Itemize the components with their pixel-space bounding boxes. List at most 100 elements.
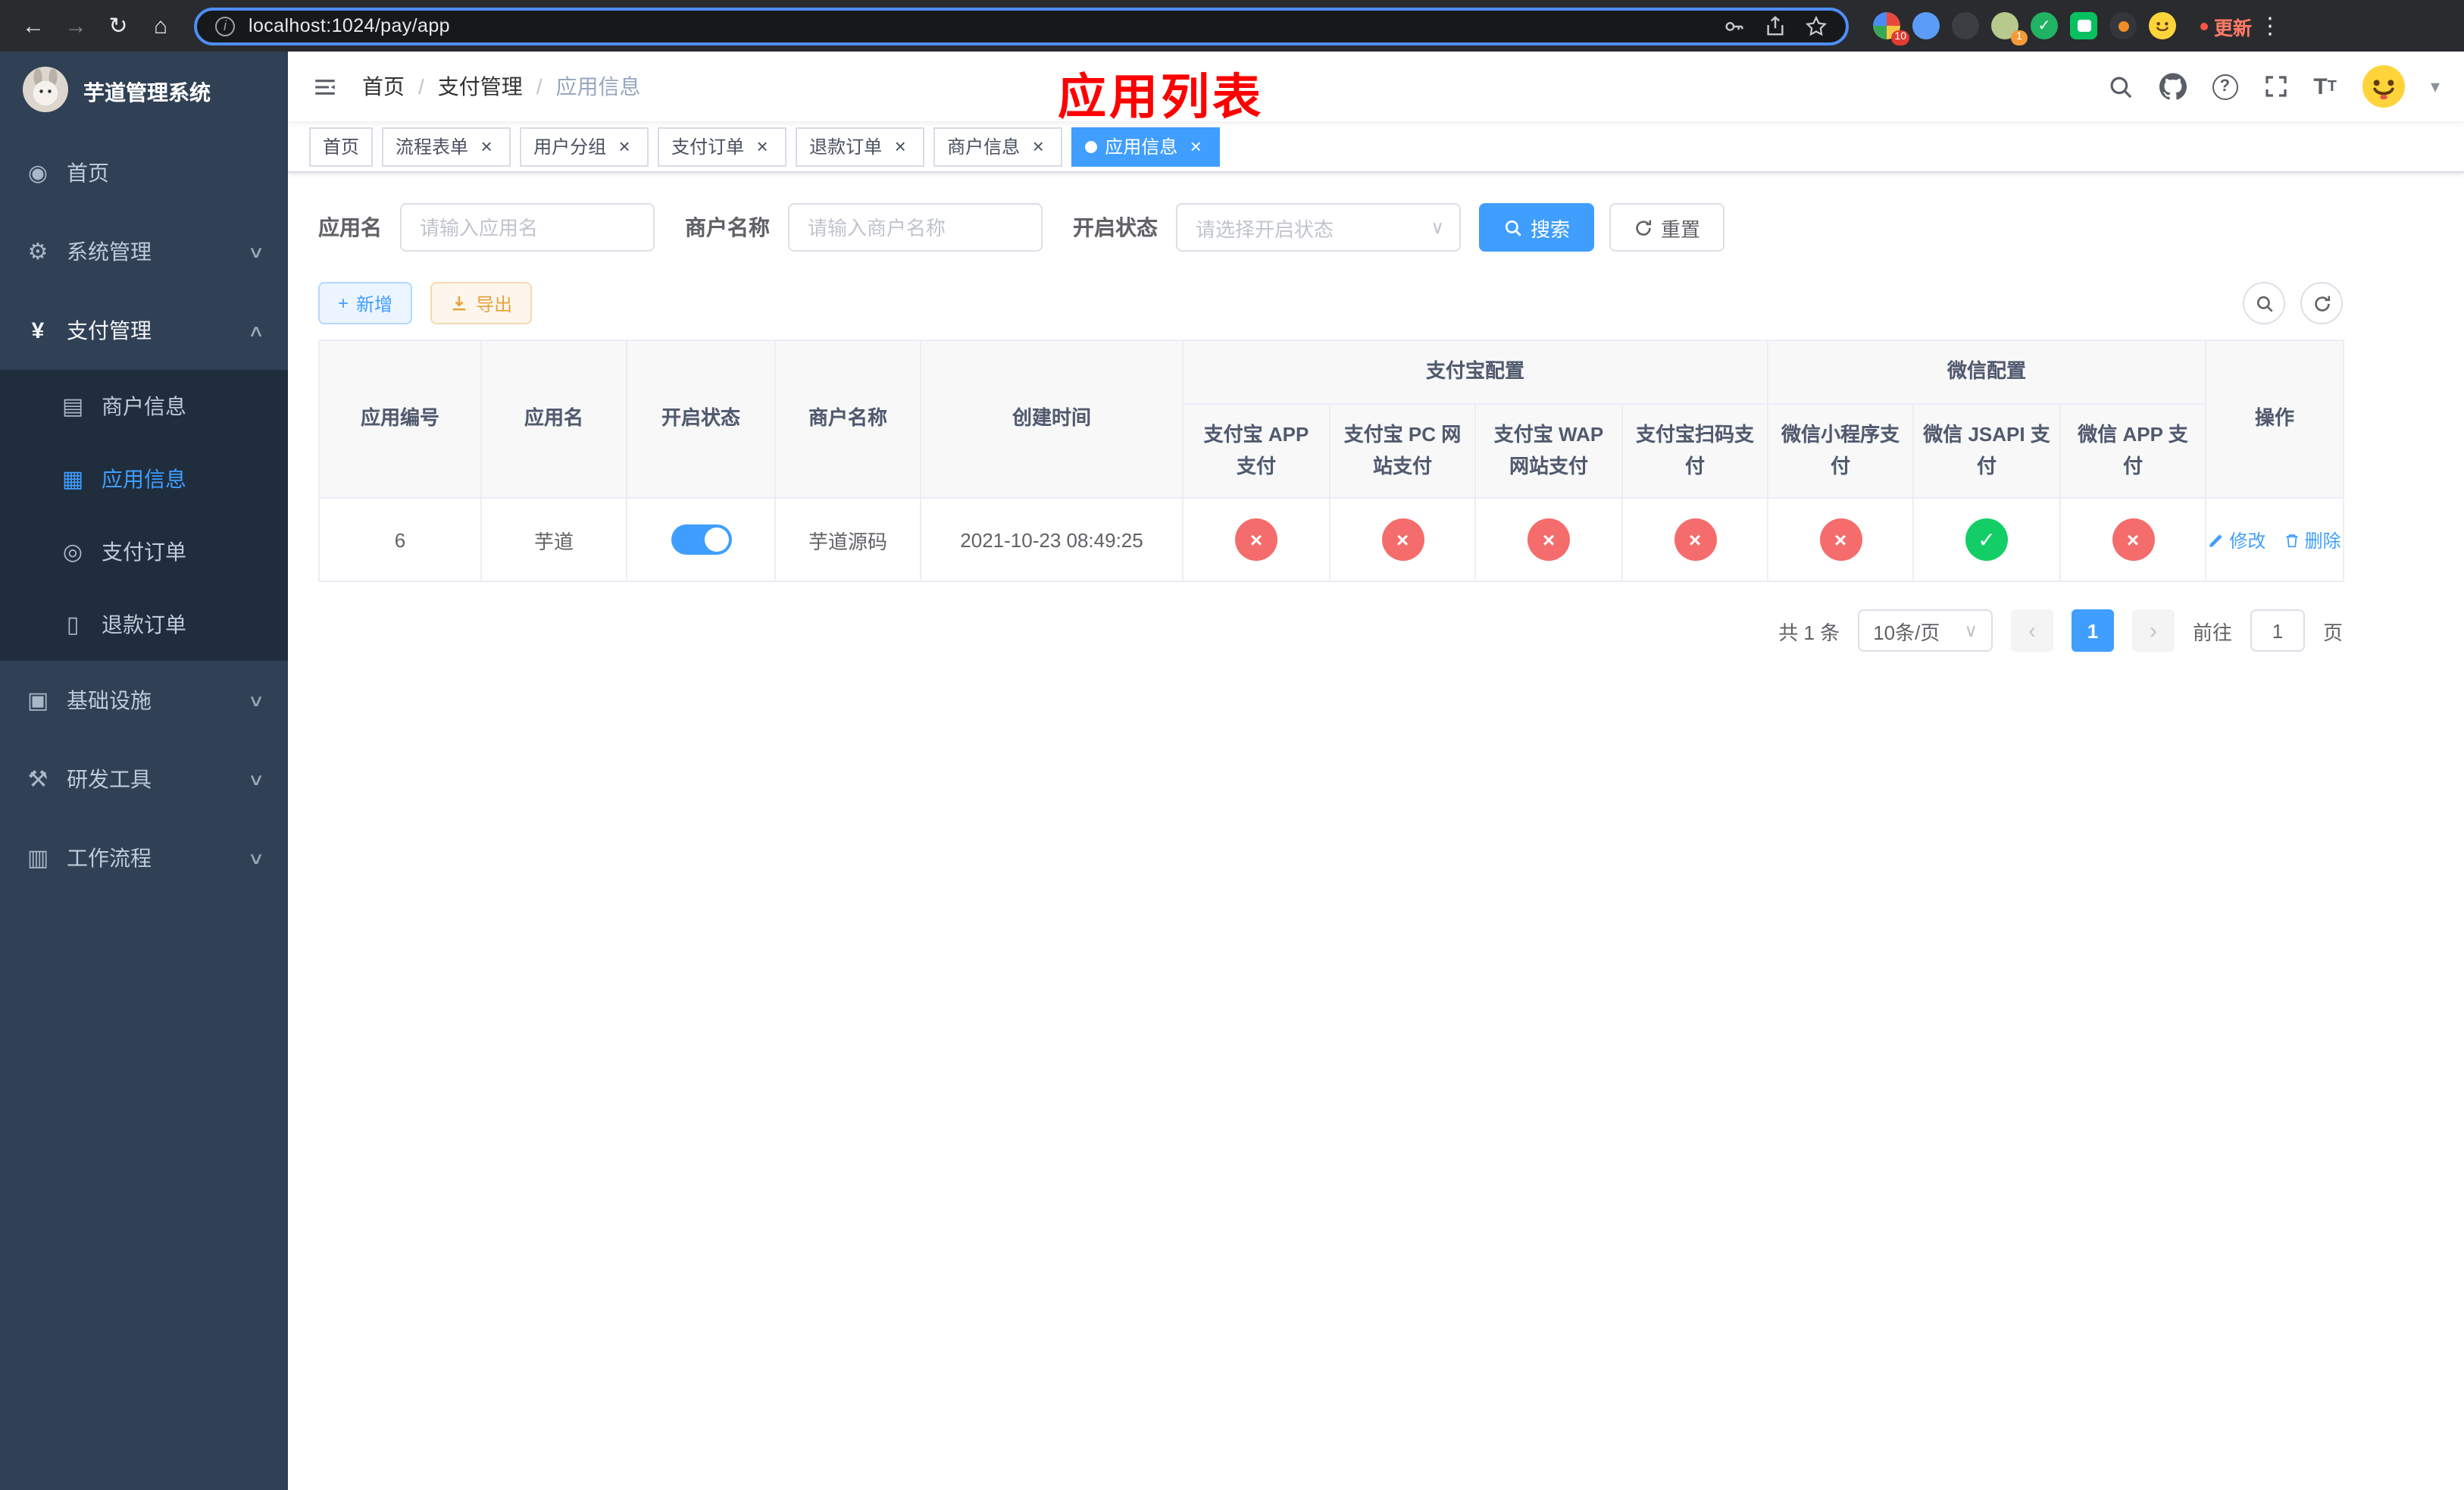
user-avatar[interactable] [2362,65,2405,108]
update-button[interactable]: 更新 [2200,11,2252,40]
next-page-button[interactable]: › [2131,609,2175,653]
refresh-button[interactable] [2300,282,2343,324]
extension-badge: 10 [1891,30,1909,45]
omnibox-actions [1723,14,1828,37]
fullscreen-icon[interactable] [2263,74,2287,99]
reset-button[interactable]: 重置 [1609,203,1725,252]
status-select[interactable]: 请选择开启状态 ∨ [1176,203,1461,252]
tools-icon: ⚒ [27,767,48,793]
tab-refund-orders[interactable]: 退款订单 × [796,127,925,166]
merchant-name-input[interactable] [788,203,1043,252]
cell-alipay-qr: × [1621,497,1769,583]
app-name-input[interactable] [400,203,655,252]
extension-emoji-icon[interactable] [2149,12,2176,39]
bookmark-star-icon[interactable] [1805,14,1828,37]
add-button[interactable]: + 新增 [318,282,413,324]
app-header: 首页 / 支付管理 / 应用信息 应用列表 ? T T ▾ [288,52,2464,124]
sidebar-item-payment[interactable]: ¥ 支付管理 ∧ [0,291,288,370]
site-info-icon[interactable]: i [215,16,235,36]
extension-badge: 1 [2011,30,2028,45]
page-content: 应用名 商户名称 开启状态 请选择开启状态 ∨ 搜索 重置 [288,173,2464,653]
sidebar-item-refund-orders[interactable]: ▯ 退款订单 [0,588,288,661]
extension-avatar-icon[interactable]: 1 [1991,12,2028,45]
search-icon[interactable] [2107,74,2133,99]
sidebar-item-infrastructure[interactable]: ▣ 基础设施 ∨ [0,661,288,740]
close-icon[interactable]: × [476,136,497,157]
search-button[interactable]: 搜索 [1479,203,1595,252]
extension-grid-icon[interactable]: 10 [1873,12,1909,45]
goto-label: 前往 [2192,621,2232,644]
page-number-button[interactable]: 1 [2071,609,2114,653]
font-size-icon[interactable]: TT [2313,74,2337,99]
sidebar-item-dev-tools[interactable]: ⚒ 研发工具 ∨ [0,740,288,819]
sidebar-item-payment-orders[interactable]: ◎ 支付订单 [0,515,288,588]
extension-check-icon[interactable]: ✓ [2031,12,2058,39]
edit-link[interactable]: 修改 [2208,527,2265,553]
chevron-down-icon: ∨ [247,850,265,868]
extension-dark-icon[interactable] [1952,12,1979,39]
delete-link[interactable]: 删除 [2284,527,2341,553]
browser-home-icon[interactable]: ⌂ [142,8,179,44]
prev-page-button[interactable]: ‹ [2010,609,2053,653]
app-title: 芋道管理系统 [83,80,211,105]
address-bar[interactable]: i localhost:1024/pay/app [194,7,1849,45]
extension-wechat-devtools-icon[interactable] [2070,12,2097,39]
sidebar-item-merchant-info[interactable]: ▤ 商户信息 [0,370,288,443]
goto-page-input[interactable] [2250,609,2305,653]
export-button[interactable]: 导出 [430,282,533,324]
breadcrumb-payment[interactable]: 支付管理 [438,71,523,102]
page-unit-label: 页 [2322,621,2343,644]
tab-home[interactable]: 首页 [309,127,374,166]
close-icon[interactable]: × [1185,136,1206,157]
tab-payment-orders[interactable]: 支付订单 × [658,127,787,166]
card-icon: ▤ [61,394,84,420]
close-icon[interactable]: × [752,136,773,157]
cell-alipay-pc: × [1329,497,1476,583]
breadcrumb-separator: / [536,74,543,99]
browser-forward-icon[interactable]: → [58,8,94,44]
status-toggle[interactable] [671,524,731,556]
sidebar-item-workflow[interactable]: ▥ 工作流程 ∨ [0,819,288,897]
sidebar-fold-icon[interactable] [312,74,338,99]
infrastructure-icon: ▣ [27,688,49,714]
caret-down-icon[interactable]: ▾ [2431,76,2440,97]
breadcrumb-separator: / [418,74,424,99]
sidebar-item-label: 基础设施 [67,688,152,712]
col-header-alipay-qr: 支付宝扫码支付 [1621,402,1769,499]
github-icon[interactable] [2159,73,2187,100]
chevron-up-icon: ∧ [247,322,265,340]
breadcrumb-home[interactable]: 首页 [362,71,405,102]
tab-merchant-info[interactable]: 商户信息 × [933,127,1063,166]
pagination-total: 共 1 条 [1778,621,1840,644]
help-icon[interactable]: ? [2212,74,2238,99]
sidebar-item-system[interactable]: ⚙ 系统管理 ∨ [0,212,288,291]
browser-reload-icon[interactable]: ↻ [100,8,136,44]
extension-blue-icon[interactable] [1912,12,1940,39]
browser-menu-icon[interactable]: ⋮ [2258,8,2282,44]
share-icon[interactable] [1764,14,1787,37]
sidebar-item-app-info[interactable]: ▦ 应用信息 [0,443,288,515]
col-header-wechat-mini: 微信小程序支付 [1767,402,1915,499]
cell-actions: 修改 删除 [2205,497,2345,583]
extension-paw-icon[interactable] [2109,12,2137,39]
sidebar-item-home[interactable]: ◉ 首页 [0,133,288,212]
password-key-icon[interactable] [1723,14,1746,37]
toggle-search-button[interactable] [2243,282,2285,324]
order-icon: ◎ [62,540,83,565]
app-table: 应用编号 应用名 开启状态 商户名称 创建时间 支付宝配置 微信配置 操作 支付… [318,339,2345,583]
tab-process-form[interactable]: 流程表单 × [382,127,511,166]
tags-view: 首页 流程表单 × 用户分组 × 支付订单 × 退款订单 × 商户信息 × 应用… [288,121,2464,173]
tab-app-info[interactable]: 应用信息 × [1071,127,1221,166]
col-header-alipay-wap: 支付宝 WAP 网站支付 [1474,402,1623,499]
close-icon[interactable]: × [614,136,635,157]
close-icon[interactable]: × [1027,136,1049,157]
browser-back-icon[interactable]: ← [15,8,52,44]
page-size-select[interactable]: 10条/页 ∨ [1858,609,1993,653]
tab-user-group[interactable]: 用户分组 × [520,127,649,166]
cell-merchant: 芋道源码 [774,497,921,583]
app-logo-row: 芋道管理系统 [0,52,288,133]
alipay-pc-status-icon: × [1381,518,1424,562]
browser-extensions: 10 1 ✓ [1873,12,2176,45]
sidebar: 芋道管理系统 ◉ 首页 ⚙ 系统管理 ∨ ¥ 支付管理 ∧ ▤ 商户信息 ▦ 应… [0,52,288,1490]
close-icon[interactable]: × [890,136,911,157]
